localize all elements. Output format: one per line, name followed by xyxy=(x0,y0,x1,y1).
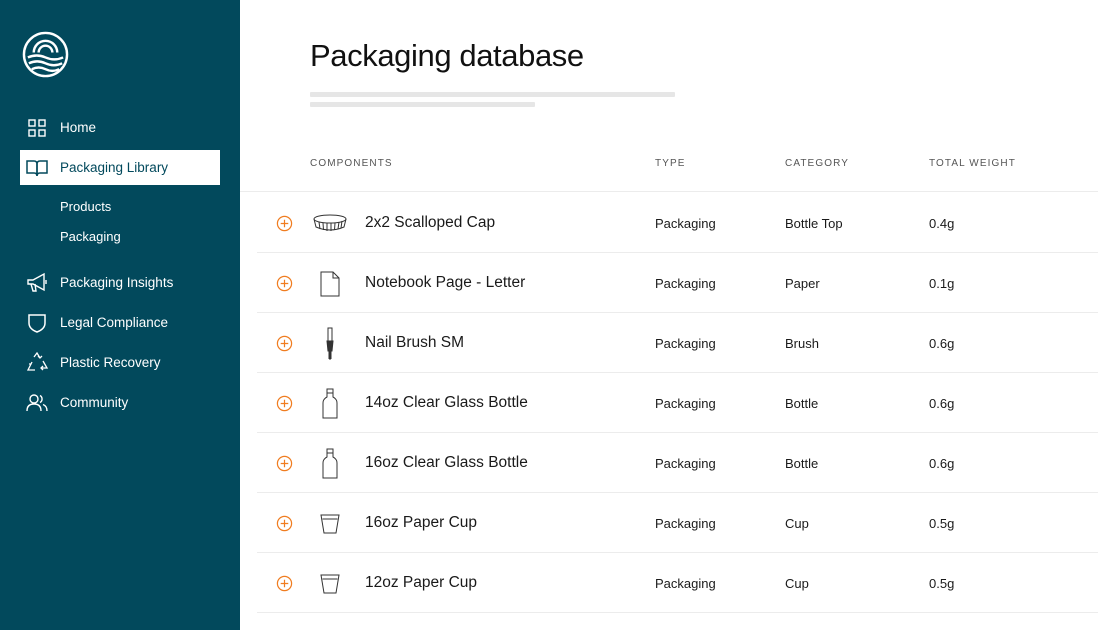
brand-logo[interactable] xyxy=(22,31,69,78)
brush-icon xyxy=(312,326,348,362)
cell-type: Packaging xyxy=(655,576,716,591)
cell-type: Packaging xyxy=(655,336,716,351)
divider xyxy=(240,191,1098,192)
users-icon xyxy=(25,391,49,415)
sidebar: Home Packaging Library Products Packagin… xyxy=(0,0,240,630)
add-icon[interactable] xyxy=(276,215,293,232)
cup-icon xyxy=(312,566,348,602)
table-row[interactable]: 16oz Paper Cup Packaging Cup 0.5g xyxy=(257,493,1098,553)
placeholder-line xyxy=(310,102,535,107)
table-row[interactable]: 12oz Paper Cup Packaging Cup 0.5g xyxy=(257,553,1098,613)
add-icon[interactable] xyxy=(276,275,293,292)
nav-packaging-insights[interactable]: Packaging Insights xyxy=(20,265,220,300)
table-row[interactable]: 14oz Clear Glass Bottle Packaging Bottle… xyxy=(257,373,1098,433)
page-icon xyxy=(312,266,348,302)
nav-plastic-recovery[interactable]: Plastic Recovery xyxy=(20,345,220,380)
column-header-total-weight[interactable]: TOTAL WEIGHT xyxy=(929,158,1016,169)
cell-weight: 0.6g xyxy=(929,396,955,411)
cell-type: Packaging xyxy=(655,216,716,231)
sub-item-packaging[interactable]: Packaging xyxy=(60,229,121,244)
cell-weight: 0.6g xyxy=(929,336,955,351)
cell-weight: 0.5g xyxy=(929,576,955,591)
column-header-components[interactable]: COMPONENTS xyxy=(310,158,393,169)
table-row[interactable]: 2x2 Scalloped Cap Packaging Bottle Top 0… xyxy=(257,193,1098,253)
bottle-icon xyxy=(312,446,348,482)
megaphone-icon xyxy=(25,271,49,295)
component-name[interactable]: Notebook Page - Letter xyxy=(365,274,525,292)
cell-type: Packaging xyxy=(655,276,716,291)
cell-category: Bottle Top xyxy=(785,216,843,231)
nav-label: Packaging Insights xyxy=(60,275,174,290)
nav-label: Packaging Library xyxy=(60,160,169,175)
sub-item-products[interactable]: Products xyxy=(60,199,111,214)
cell-category: Paper xyxy=(785,276,820,291)
component-name[interactable]: Nail Brush SM xyxy=(365,334,464,352)
add-icon[interactable] xyxy=(276,395,293,412)
cell-type: Packaging xyxy=(655,516,716,531)
component-name[interactable]: 16oz Clear Glass Bottle xyxy=(365,454,528,472)
cell-weight: 0.5g xyxy=(929,516,955,531)
nav-label: Plastic Recovery xyxy=(60,355,161,370)
cell-type: Packaging xyxy=(655,396,716,411)
recycle-icon xyxy=(25,351,49,375)
table-row[interactable]: Notebook Page - Letter Packaging Paper 0… xyxy=(257,253,1098,313)
cell-category: Cup xyxy=(785,516,809,531)
nav-packaging-library[interactable]: Packaging Library xyxy=(20,150,220,185)
component-name[interactable]: 14oz Clear Glass Bottle xyxy=(365,394,528,412)
nav-home[interactable]: Home xyxy=(20,110,220,145)
nav-community[interactable]: Community xyxy=(20,385,220,420)
cell-weight: 0.1g xyxy=(929,276,955,291)
component-name[interactable]: 2x2 Scalloped Cap xyxy=(365,214,495,232)
nav-label: Home xyxy=(60,120,97,135)
add-icon[interactable] xyxy=(276,335,293,352)
column-header-category[interactable]: CATEGORY xyxy=(785,158,849,169)
cell-category: Brush xyxy=(785,336,819,351)
component-name[interactable]: 12oz Paper Cup xyxy=(365,574,477,592)
cell-category: Cup xyxy=(785,576,809,591)
nav-label: Community xyxy=(60,395,129,410)
grid-icon xyxy=(25,116,49,140)
bottle-icon xyxy=(312,386,348,422)
cell-category: Bottle xyxy=(785,456,819,471)
add-icon[interactable] xyxy=(276,575,293,592)
placeholder-line xyxy=(310,92,675,97)
component-name[interactable]: 16oz Paper Cup xyxy=(365,514,477,532)
add-icon[interactable] xyxy=(276,515,293,532)
table-row[interactable]: Nail Brush SM Packaging Brush 0.6g xyxy=(257,313,1098,373)
cell-type: Packaging xyxy=(655,456,716,471)
nav-legal-compliance[interactable]: Legal Compliance xyxy=(20,305,220,340)
page-title: Packaging database xyxy=(310,38,584,73)
book-icon xyxy=(25,156,49,180)
cell-category: Bottle xyxy=(785,396,819,411)
add-icon[interactable] xyxy=(276,455,293,472)
nav-label: Legal Compliance xyxy=(60,315,169,330)
cell-weight: 0.4g xyxy=(929,216,955,231)
cap-icon xyxy=(312,206,348,242)
table-row[interactable]: 16oz Clear Glass Bottle Packaging Bottle… xyxy=(257,433,1098,493)
column-header-type[interactable]: TYPE xyxy=(655,158,686,169)
cell-weight: 0.6g xyxy=(929,456,955,471)
shield-icon xyxy=(25,311,49,335)
cup-icon xyxy=(312,506,348,542)
